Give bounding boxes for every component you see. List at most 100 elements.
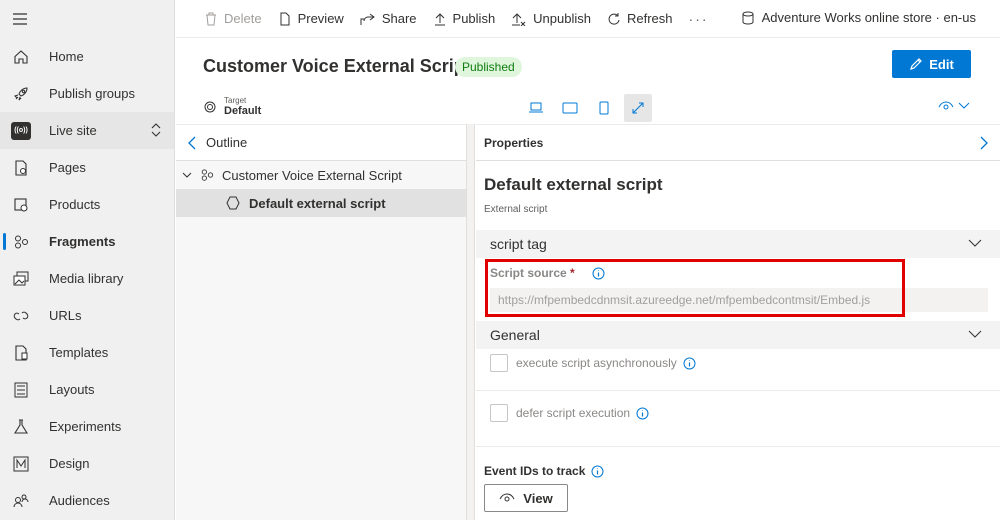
nav-item-label: Templates	[49, 345, 109, 360]
status-badge: Published	[455, 57, 522, 77]
divider	[476, 390, 1000, 391]
target-icon	[204, 101, 216, 113]
templates-icon	[11, 343, 31, 363]
script-source-input[interactable]	[490, 288, 988, 312]
section-label: script tag	[490, 236, 547, 252]
nav-item-pages[interactable]: Pages	[0, 149, 174, 186]
mobile-view-button[interactable]	[590, 94, 618, 122]
share-icon	[360, 12, 382, 26]
info-icon[interactable]	[592, 267, 605, 280]
laptop-icon	[528, 102, 544, 114]
unpublish-label: Unpublish	[533, 11, 591, 26]
audiences-icon	[11, 491, 31, 511]
edit-button[interactable]: Edit	[892, 50, 971, 78]
divider	[476, 446, 1000, 447]
info-icon[interactable]	[683, 357, 696, 370]
preview-button[interactable]: Preview	[278, 11, 344, 26]
tree-item-selected[interactable]: Default external script	[176, 189, 466, 217]
script-source-label: Script source *	[490, 266, 605, 280]
chevron-left-icon[interactable]	[188, 136, 196, 150]
section-label: General	[490, 327, 540, 343]
refresh-icon	[607, 12, 627, 26]
hexagon-icon	[226, 196, 240, 210]
nav-item-label: Experiments	[49, 419, 122, 434]
async-option: execute script asynchronously	[490, 354, 696, 372]
media-library-icon	[11, 269, 31, 289]
preview-label: Preview	[297, 11, 344, 26]
nav-item-label: Layouts	[49, 382, 95, 397]
info-icon[interactable]	[591, 465, 604, 478]
refresh-label: Refresh	[627, 11, 673, 26]
pages-icon	[11, 158, 31, 178]
async-label: execute script asynchronously	[516, 356, 677, 370]
command-bar: Delete Preview Share Publish Unpublish R…	[176, 0, 1000, 38]
nav-item-fragments[interactable]: Fragments	[0, 223, 174, 260]
nav-item-design[interactable]: Design	[0, 445, 174, 482]
tree-item-root[interactable]: Customer Voice External Script	[176, 161, 466, 189]
nav-item-publish-groups[interactable]: Publish groups	[0, 75, 174, 112]
document-icon	[278, 12, 298, 26]
section-script-tag[interactable]: script tag	[476, 230, 1000, 258]
delete-button[interactable]: Delete	[204, 11, 262, 26]
eye-icon	[938, 100, 954, 112]
nav-item-label: Fragments	[49, 234, 116, 249]
unpublish-button[interactable]: Unpublish	[511, 11, 591, 26]
expand-collapse-icon[interactable]	[150, 123, 162, 137]
nav-header	[0, 0, 174, 38]
nav-item-label: Pages	[49, 160, 86, 175]
nav-item-urls[interactable]: URLs	[0, 297, 174, 334]
nav-item-home[interactable]: Home	[0, 38, 174, 75]
laptop-view-button[interactable]	[522, 94, 550, 122]
defer-option: defer script execution	[490, 404, 649, 422]
left-navigation: Home Publish groups ((o)) Live site Page…	[0, 0, 175, 520]
chevron-down-icon[interactable]	[182, 171, 192, 179]
tree-item-label: Default external script	[249, 195, 386, 211]
pane-splitter[interactable]	[466, 124, 475, 520]
nav-item-templates[interactable]: Templates	[0, 334, 174, 371]
view-button[interactable]: View	[484, 484, 568, 512]
info-icon[interactable]	[636, 407, 649, 420]
section-general[interactable]: General	[476, 321, 1000, 349]
rocket-icon	[11, 84, 31, 104]
properties-subtitle: External script	[484, 204, 548, 215]
outline-pane: Outline Customer Voice External Script D…	[176, 124, 466, 520]
fragments-icon	[11, 232, 31, 252]
nav-item-products[interactable]: Products	[0, 186, 174, 223]
script-source-label-text: Script source	[490, 266, 567, 280]
nav-item-label: Products	[49, 197, 101, 212]
live-site-icon: ((o))	[11, 121, 31, 141]
more-options-button[interactable]: ···	[689, 11, 709, 27]
hamburger-menu-icon[interactable]	[12, 12, 28, 26]
target-value: Default	[224, 105, 262, 117]
eye-icon	[499, 492, 523, 504]
nav-item-experiments[interactable]: Experiments	[0, 408, 174, 445]
nav-item-audiences[interactable]: Audiences	[0, 482, 174, 519]
upload-icon	[433, 12, 453, 26]
defer-label: defer script execution	[516, 406, 631, 420]
fragments-icon	[200, 168, 214, 182]
chevron-right-icon[interactable]	[980, 136, 988, 150]
nav-item-layouts[interactable]: Layouts	[0, 371, 174, 408]
async-checkbox[interactable]	[490, 354, 508, 372]
share-button[interactable]: Share	[360, 11, 417, 26]
chevron-down-icon	[968, 330, 982, 338]
nav-item-live-site[interactable]: ((o)) Live site	[0, 112, 174, 149]
publish-label: Publish	[452, 11, 496, 26]
database-icon	[742, 11, 762, 25]
properties-header: Properties	[476, 125, 1000, 161]
nav-item-media-library[interactable]: Media library	[0, 260, 174, 297]
pencil-icon	[909, 57, 929, 71]
tablet-view-button[interactable]	[556, 94, 584, 122]
target-selector[interactable]: Target Default	[204, 96, 261, 118]
visibility-dropdown[interactable]	[938, 100, 970, 112]
site-picker[interactable]: Adventure Works online store · en-us	[742, 10, 976, 25]
fullscreen-view-button[interactable]	[624, 94, 652, 122]
outline-header: Outline	[176, 125, 466, 161]
required-mark: *	[570, 266, 575, 280]
defer-checkbox[interactable]	[490, 404, 508, 422]
share-label: Share	[381, 11, 417, 26]
publish-button[interactable]: Publish	[433, 11, 496, 26]
properties-pane: Properties Default external script Exter…	[476, 124, 1000, 520]
refresh-button[interactable]: Refresh	[607, 11, 673, 26]
outline-title: Outline	[206, 135, 248, 150]
